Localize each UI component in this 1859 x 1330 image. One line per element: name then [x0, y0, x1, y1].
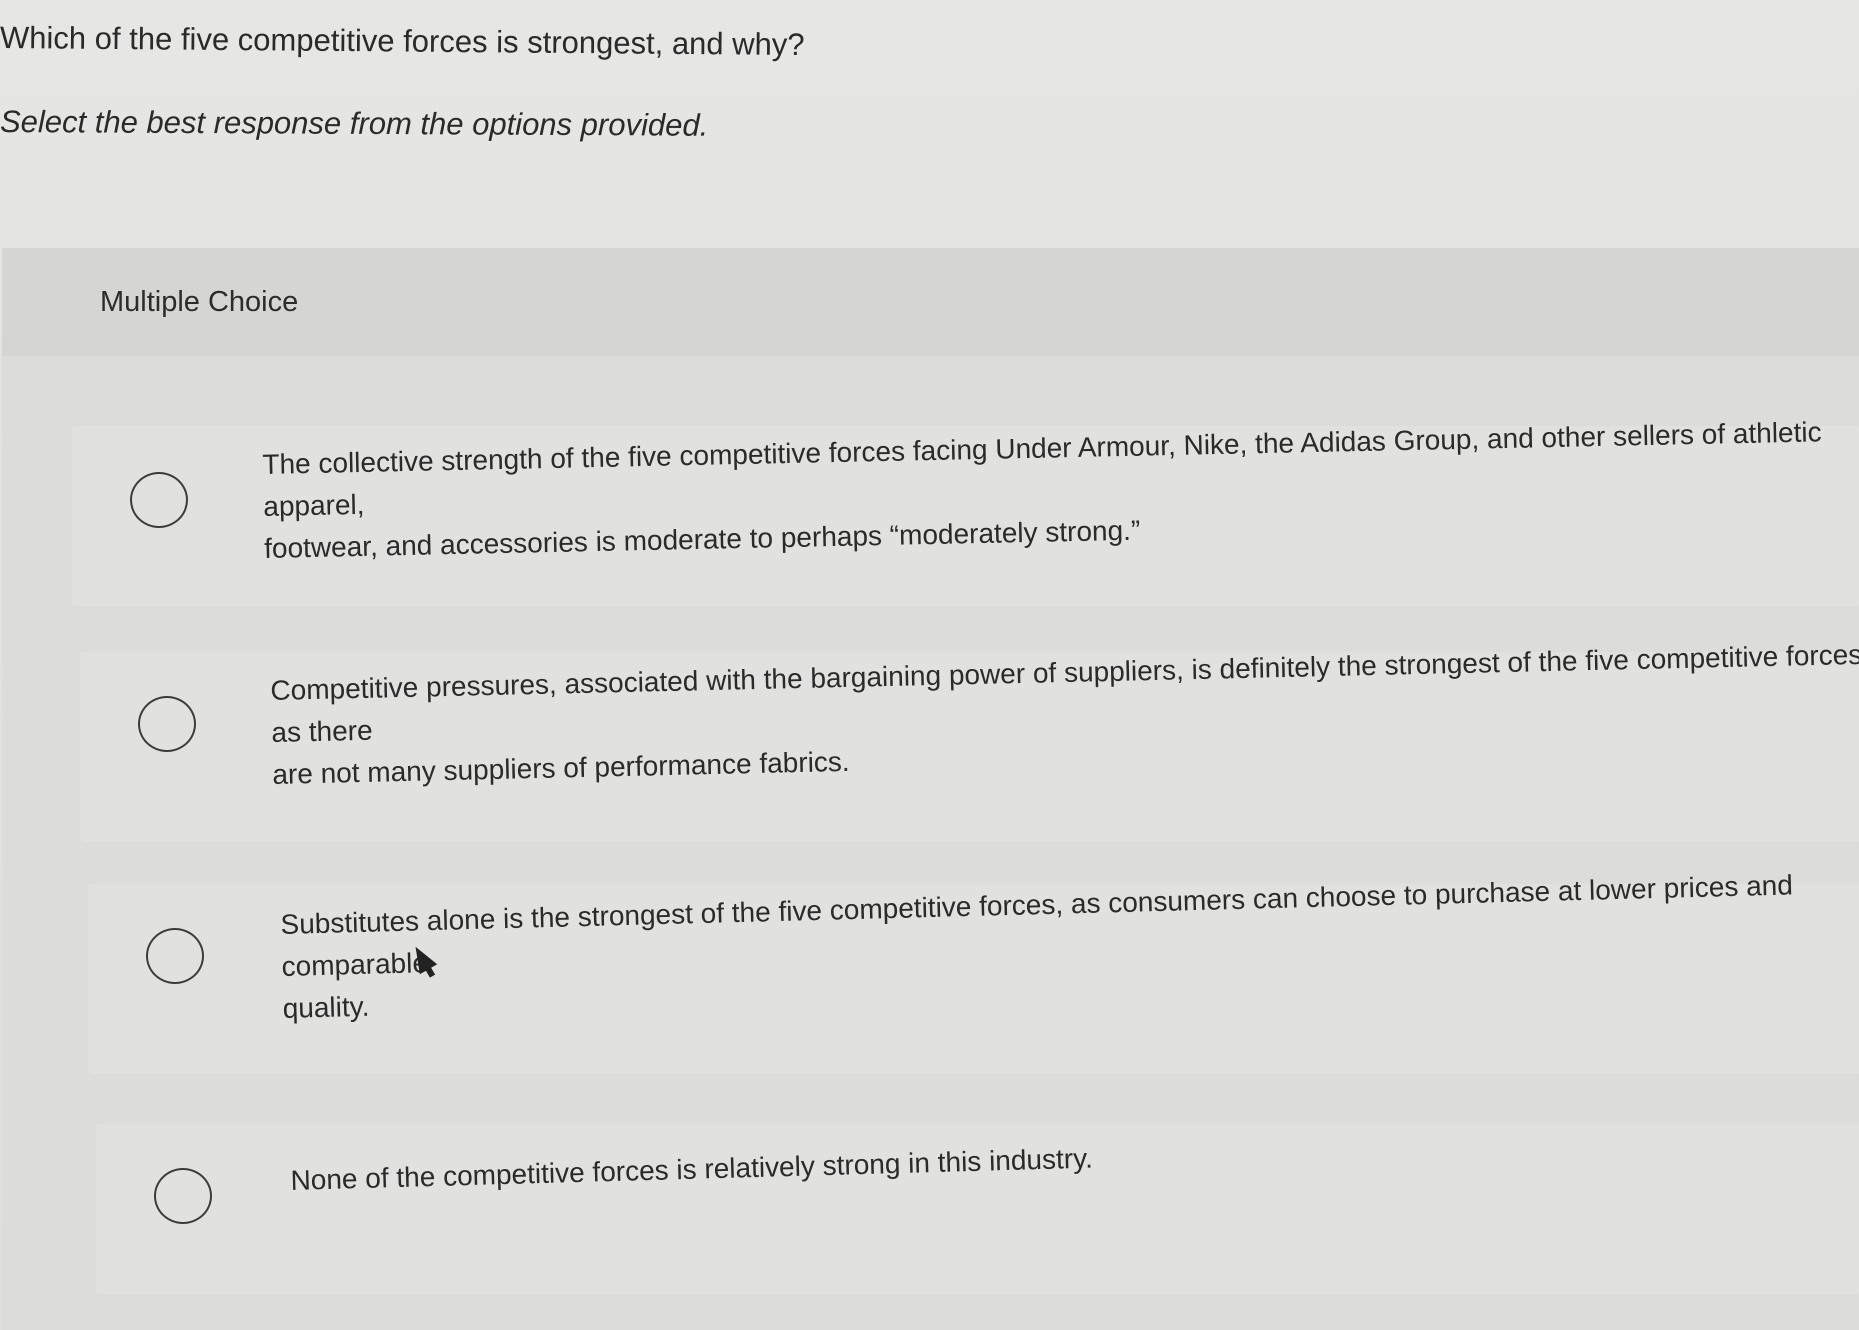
multiple-choice-label: Multiple Choice: [100, 286, 299, 318]
radio-button-option-1[interactable]: [130, 472, 188, 528]
option-text-3: Substitutes alone is the strongest of th…: [280, 869, 1794, 1024]
multiple-choice-panel: Multiple Choice The collective strength …: [2, 248, 1859, 1330]
answer-option-2[interactable]: Competitive pressures, associated with t…: [80, 639, 1859, 842]
answer-option-4[interactable]: None of the competitive forces is relati…: [96, 1124, 1859, 1294]
multiple-choice-header: Multiple Choice: [2, 248, 1859, 356]
option-text-2: Competitive pressures, associated with t…: [270, 638, 1859, 790]
radio-button-option-2[interactable]: [138, 696, 196, 752]
radio-button-option-4[interactable]: [154, 1168, 212, 1224]
question-text: Which of the five competitive forces is …: [0, 20, 805, 63]
answer-option-3[interactable]: Substitutes alone is the strongest of th…: [88, 869, 1859, 1074]
quiz-page: Which of the five competitive forces is …: [0, 0, 1859, 1330]
option-text-1: The collective strength of the five comp…: [262, 416, 1822, 564]
radio-button-option-3[interactable]: [146, 928, 204, 984]
answer-option-1[interactable]: The collective strength of the five comp…: [72, 416, 1859, 606]
instruction-text: Select the best response from the option…: [0, 104, 709, 143]
option-text-4: None of the competitive forces is relati…: [290, 1142, 1094, 1196]
